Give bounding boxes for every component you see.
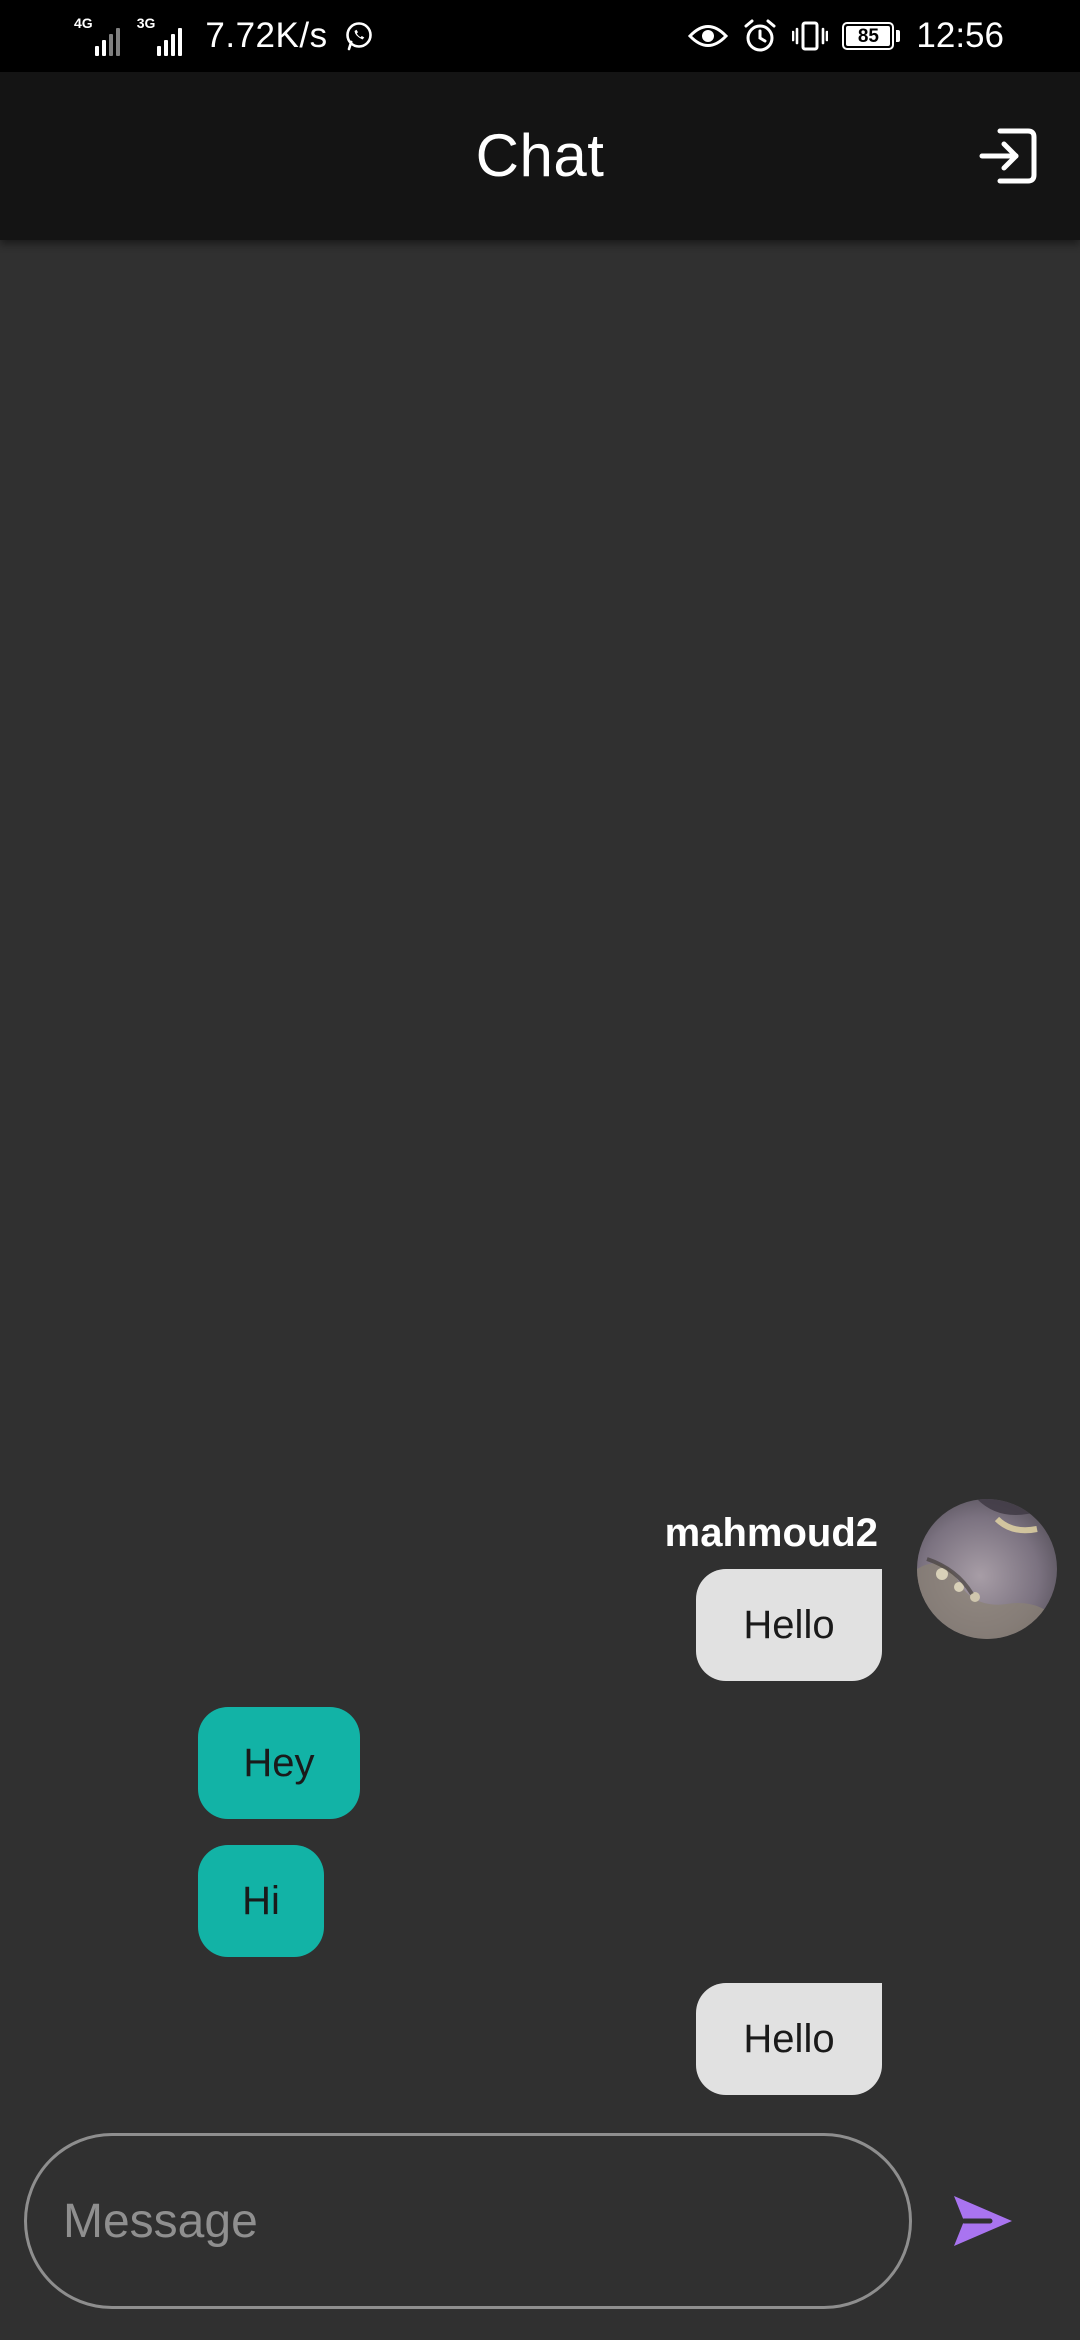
message-bubble-own[interactable]: Hello [696,1983,882,2095]
page-title: Chat [475,122,605,189]
message-bubble-other[interactable]: Hi [198,1845,324,1957]
sender-name: mahmoud2 [664,1511,878,1555]
message-text: Hello [743,1602,835,1647]
app-bar: Chat [0,72,1080,240]
logout-icon[interactable] [976,123,1042,189]
eye-icon [688,25,729,47]
alarm-icon [744,19,776,52]
message-text: Hello [743,2016,835,2061]
send-icon[interactable] [950,2188,1016,2254]
signal-3g-icon: 3G [137,16,186,56]
message-bubble-own[interactable]: Hello [696,1569,882,1681]
network-type-2: 3G [136,15,156,31]
avatar[interactable] [917,1499,1057,1639]
battery-icon: 85 [842,22,901,50]
chat-screen: 4G 3G 7.72K/s 85 12:56 Chat mahmoud2 Hel… [0,0,1080,2340]
message-text: Hey [243,1740,315,1785]
message-input[interactable] [24,2133,912,2309]
network-type-1: 4G [74,15,93,31]
network-speed: 7.72K/s [205,16,328,55]
message-text: Hi [242,1878,280,1923]
signal-4g-icon: 4G [74,16,123,56]
whatsapp-icon [345,22,372,51]
status-bar-right: 85 12:56 [674,10,1004,62]
message-bubble-other[interactable]: Hey [198,1707,360,1819]
status-bar: 4G 3G 7.72K/s 85 12:56 [0,0,1080,72]
status-bar-left: 4G 3G 7.72K/s [74,10,374,62]
battery-level: 85 [846,26,891,46]
vibrate-icon [792,21,829,51]
clock: 12:56 [916,16,1004,55]
